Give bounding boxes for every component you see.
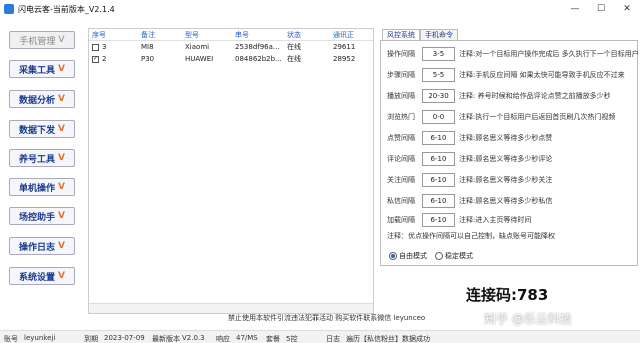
settings-tabs: 风控系统 手机命令 <box>382 29 458 40</box>
usage-notice: 禁止使用本软件引流违法犯罪活动 购买软件联系微信 leyunceo <box>228 314 426 322</box>
status-bar: 账号 leyunkeji 到期 2023-07-09 最新版本 V2.0.3 响… <box>0 330 640 343</box>
row-checkbox[interactable] <box>92 43 99 51</box>
chevron-down-icon: V <box>58 94 65 104</box>
log-label: 日志 <box>326 335 340 343</box>
chevron-down-icon: V <box>58 153 65 163</box>
tab-phone-commands[interactable]: 手机命令 <box>420 29 458 40</box>
package-value: 5控 <box>286 335 298 343</box>
maximize-icon[interactable]: ☐ <box>588 0 614 18</box>
risk-control-panel: 操作间隔 3-5 注释:对一个目标用户操作完成后 多久执行下一个目标用户 步骤间隔 5… <box>380 40 639 266</box>
chevron-down-icon: V <box>58 182 65 192</box>
setting-row: 加载间隔 6-10 注释:进入主页等待时间 <box>387 213 531 227</box>
setting-row: 评论间隔 6-10 注释:顾名思义等待多少秒评论 <box>387 152 552 166</box>
column-header[interactable]: 型号 <box>185 30 235 40</box>
expire-value: 2023-07-09 <box>104 334 145 342</box>
expire-label: 到期 <box>84 335 98 343</box>
response-value: 47/MS <box>236 334 258 342</box>
latest-version-label: 最新版本 <box>152 335 180 343</box>
interval-input[interactable]: 3-5 <box>422 47 455 61</box>
interval-input[interactable]: 5-5 <box>422 68 455 82</box>
latest-version-value: V2.0.3 <box>182 334 205 342</box>
connection-code: 连接码:783 <box>466 286 549 304</box>
column-header[interactable]: 通讯正 <box>333 30 373 40</box>
minimize-icon[interactable]: — <box>562 0 588 18</box>
tab-risk-control[interactable]: 风控系统 <box>382 29 420 40</box>
sidebar-item-data-analysis[interactable]: 数据分析 V <box>9 90 75 108</box>
account-value: leyunkeji <box>24 334 56 342</box>
column-header[interactable]: 序号 <box>89 30 141 40</box>
mode-free-radio[interactable]: 自由模式 <box>389 251 427 261</box>
watermark: 知乎 @乐云科技 <box>484 312 572 326</box>
app-logo-icon <box>4 4 14 14</box>
chevron-down-icon: V <box>58 271 65 281</box>
sidebar: 手机管理 V 采集工具 V 数据分析 V 数据下发 V 养号工具 V 单机操作 V 场控助手… <box>0 20 86 325</box>
interval-input[interactable]: 0-0 <box>422 110 455 124</box>
row-checkbox[interactable]: ✓ <box>92 55 99 63</box>
table-row[interactable]: ✓ 2 P30 HUAWEI 084862b2b... 在线 28952 <box>89 53 373 65</box>
setting-row: 点赞间隔 6-10 注释:顾名思义等待多少秒点赞 <box>387 131 552 145</box>
close-icon[interactable]: ✕ <box>614 0 640 18</box>
horizontal-scrollbar[interactable] <box>89 303 373 313</box>
sidebar-item-system-settings[interactable]: 系统设置 V <box>9 267 75 285</box>
setting-row: 关注间隔 6-10 注释:顾名思义等待多少秒关注 <box>387 173 552 187</box>
title-bar: 闪电云客-当前版本_V2.1.4 — ☐ ✕ <box>0 0 640 18</box>
sidebar-item-single-operation[interactable]: 单机操作 V <box>9 178 75 196</box>
setting-row: 浏览热门 0-0 注释:执行一个目标用户后返回首页刷几次热门视频 <box>387 110 615 124</box>
account-label: 账号 <box>4 335 18 343</box>
interval-input[interactable]: 20-30 <box>422 89 455 103</box>
chevron-down-icon: V <box>58 241 65 251</box>
interval-input[interactable]: 6-10 <box>422 152 455 166</box>
setting-row: 步骤间隔 5-5 注释:手机反应间隔 如果太快可能导致手机反应不过来 <box>387 68 625 82</box>
sidebar-item-data-dispatch[interactable]: 数据下发 V <box>9 120 75 138</box>
sidebar-item-live-assistant[interactable]: 场控助手 V <box>9 207 75 225</box>
sidebar-item-operation-log[interactable]: 操作日志 V <box>9 237 75 255</box>
window-title: 闪电云客-当前版本_V2.1.4 <box>18 4 115 14</box>
chevron-down-icon: V <box>58 211 65 221</box>
interval-input[interactable]: 6-10 <box>422 173 455 187</box>
column-header[interactable]: 备注 <box>141 30 185 40</box>
interval-input[interactable]: 6-10 <box>422 131 455 145</box>
package-label: 套餐 <box>266 335 280 343</box>
chevron-down-icon: V <box>58 64 65 74</box>
interval-input[interactable]: 6-10 <box>422 213 455 227</box>
device-table: 序号 备注 型号 串号 状态 通讯正 3 MI8 Xiaomi 2538df96… <box>88 28 374 314</box>
table-header: 序号 备注 型号 串号 状态 通讯正 <box>89 29 373 41</box>
sidebar-item-phone-management[interactable]: 手机管理 V <box>9 31 75 49</box>
setting-row: 操作间隔 3-5 注释:对一个目标用户操作完成后 多久执行下一个目标用户 <box>387 47 639 61</box>
chevron-down-icon: V <box>58 35 65 45</box>
setting-row: 播放间隔 20-30 注释: 养号时候和给作品评论点赞之前播放多少秒 <box>387 89 611 103</box>
setting-row: 私信间隔 6-10 注释:顾名思义等待多少秒私信 <box>387 194 552 208</box>
log-value: 遍历【私信粉丝】数据成功 <box>346 335 430 343</box>
interval-input[interactable]: 6-10 <box>422 194 455 208</box>
response-label: 响应 <box>216 335 230 343</box>
sidebar-item-account-nurturing[interactable]: 养号工具 V <box>9 149 75 167</box>
column-header[interactable]: 串号 <box>235 30 287 40</box>
window-controls: — ☐ ✕ <box>562 0 640 18</box>
table-row[interactable]: 3 MI8 Xiaomi 2538df96a... 在线 29611 <box>89 41 373 53</box>
chevron-down-icon: V <box>58 124 65 134</box>
column-header[interactable]: 状态 <box>287 30 333 40</box>
mode-stable-radio[interactable]: 稳定模式 <box>435 251 473 261</box>
sidebar-item-collection-tools[interactable]: 采集工具 V <box>9 60 75 78</box>
interval-warning: 注释：优点操作间隔可以自己控制，缺点账号可能降权 <box>387 232 555 240</box>
mode-selector: 自由模式 稳定模式 <box>389 251 481 261</box>
